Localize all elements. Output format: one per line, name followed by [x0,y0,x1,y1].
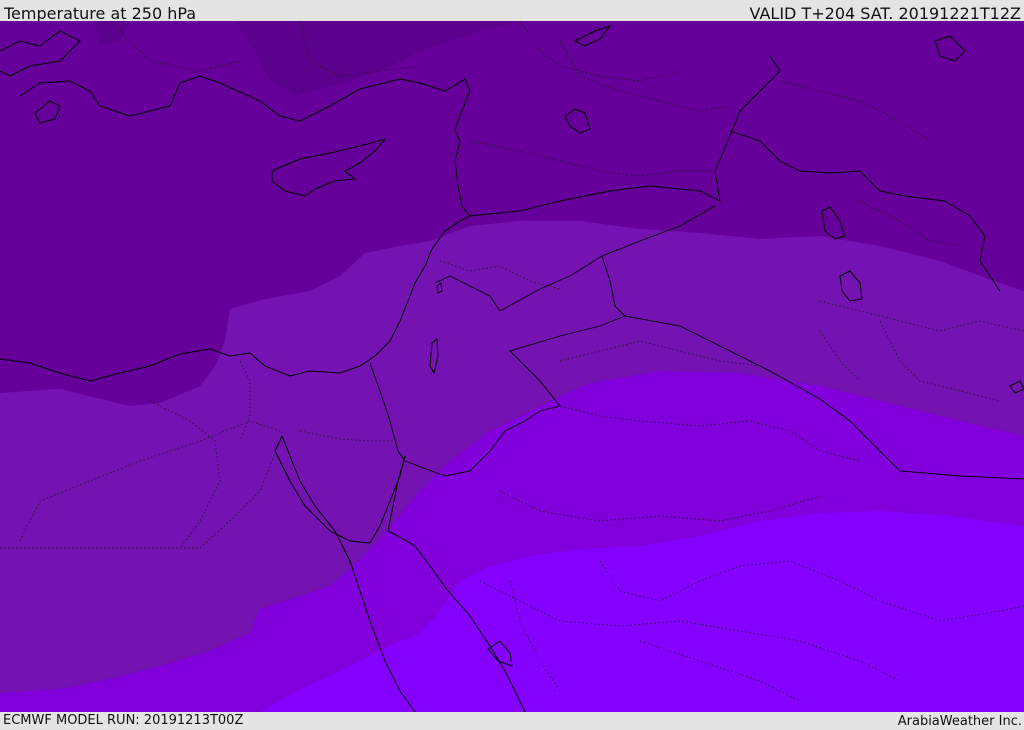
model-run-label: ECMWF MODEL RUN: 20191213T00Z [3,713,244,728]
map-canvas [0,21,1024,712]
temperature-map[interactable] [0,21,1024,712]
credit-label: ArabiaWeather Inc. [897,714,1022,729]
header-bar: Temperature at 250 hPa VALID T+204 SAT. … [0,0,1024,23]
footer-bar: ECMWF MODEL RUN: 20191213T00Z ArabiaWeat… [0,712,1024,729]
